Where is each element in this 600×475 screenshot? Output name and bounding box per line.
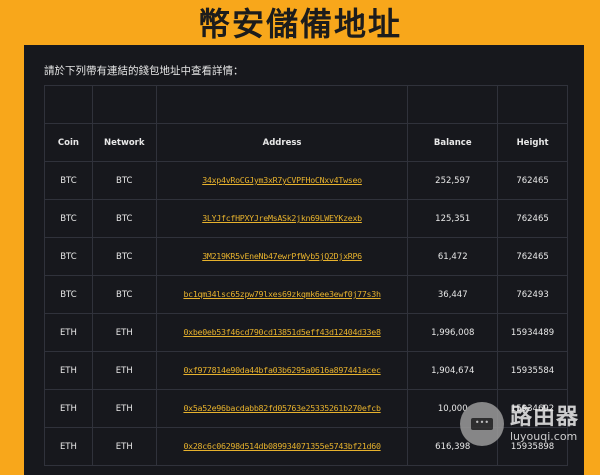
table-row: ETH ETH 0xbe0eb53f46cd790cd13851d5eff43d12… — [44, 313, 568, 352]
header-network: Network — [91, 123, 157, 162]
address-cell: 34xp4vRoCGJym3xR7yCVPFHoCNxv4Twseo — [155, 161, 409, 200]
address-link[interactable]: 34xp4vRoCGJym3xR7yCVPFHoCNxv4Twseo — [202, 175, 362, 185]
address-link[interactable]: 3M219KR5vEneNb47ewrPfWyb5jQ2DjxRP6 — [202, 251, 362, 261]
coin-cell: ETH — [44, 427, 93, 466]
network-cell: ETH — [91, 313, 157, 352]
network-cell: BTC — [91, 237, 157, 276]
balance-cell: 36,447 — [407, 275, 499, 314]
balance-cell: 1,904,674 — [407, 351, 499, 390]
height-cell: 762465 — [497, 237, 568, 276]
table-row: BTC BTC 3LYJfcfHPXYJreMsASk2jkn69LWEYKzexb… — [44, 199, 568, 238]
coin-cell: ETH — [44, 389, 93, 428]
height-cell: 762493 — [497, 275, 568, 314]
network-cell: ETH — [91, 427, 157, 466]
address-link[interactable]: 3LYJfcfHPXYJreMsASk2jkn69LWEYKzexb — [202, 213, 362, 223]
table-row: BTC BTC bc1qm34lsc65zpw79lxes69zkqmk6ee3ew… — [44, 275, 568, 314]
network-cell: ETH — [91, 351, 157, 390]
header-balance: Balance — [407, 123, 499, 162]
table-row: BTC BTC 3M219KR5vEneNb47ewrPfWyb5jQ2DjxRP6… — [44, 237, 568, 276]
subtitle: 請於下列帶有連結的錢包地址中查看詳情： — [44, 65, 244, 77]
balance-cell: 125,351 — [407, 199, 499, 238]
coin-cell: BTC — [44, 161, 93, 200]
coin-cell: BTC — [44, 275, 93, 314]
address-link[interactable]: 0xf977814e90da44bfa03b6295a0616a897441ac… — [183, 365, 381, 375]
network-cell: BTC — [91, 161, 157, 200]
table-header-row: Coin Network Address Balance Height — [44, 123, 568, 162]
balance-cell: 1,996,008 — [407, 313, 499, 352]
address-cell: 0xf977814e90da44bfa03b6295a0616a897441ac… — [155, 351, 409, 390]
address-cell: 0x28c6c06298d514db089934071355e5743bf21d… — [155, 427, 409, 466]
network-cell: BTC — [91, 275, 157, 314]
network-cell: BTC — [91, 199, 157, 238]
address-cell: 3M219KR5vEneNb47ewrPfWyb5jQ2DjxRP6 — [155, 237, 409, 276]
height-cell: 762465 — [497, 199, 568, 238]
page-title: 幣安儲備地址 — [197, 5, 402, 43]
address-cell: 0xbe0eb53f46cd790cd13851d5eff43d12404d33… — [155, 313, 409, 352]
address-link[interactable]: 0x5a52e96bacdabb82fd05763e25335261b270ef… — [183, 403, 381, 413]
watermark: ••• 路由器 luyouqi.com — [460, 402, 579, 446]
address-cell: bc1qm34lsc65zpw79lxes69zkqmk6ee3ewf0j77s… — [155, 275, 409, 314]
router-icon: ••• — [460, 402, 504, 446]
watermark-name: 路由器 — [510, 404, 580, 430]
table-row: ETH ETH 0xf977814e90da44bfa03b6295a0616a89… — [44, 351, 568, 390]
address-link[interactable]: 0x28c6c06298d514db089934071355e5743bf21d… — [183, 441, 381, 451]
coin-cell: ETH — [44, 313, 93, 352]
height-cell: 762465 — [497, 161, 568, 200]
table-row: BTC BTC 34xp4vRoCGJym3xR7yCVPFHoCNxv4Twseo… — [44, 161, 568, 200]
header-address: Address — [155, 123, 409, 162]
header-height: Height — [497, 123, 568, 162]
table-spacer-row — [44, 85, 568, 124]
coin-cell: ETH — [44, 351, 93, 390]
address-link[interactable]: 0xbe0eb53f46cd790cd13851d5eff43d12404d33… — [183, 327, 381, 337]
coin-cell: BTC — [44, 237, 93, 276]
address-link[interactable]: bc1qm34lsc65zpw79lxes69zkqmk6ee3ewf0j77s… — [183, 289, 381, 299]
network-cell: ETH — [91, 389, 157, 428]
coin-cell: BTC — [44, 199, 93, 238]
watermark-site: luyouqi.com — [510, 429, 578, 443]
header-coin: Coin — [44, 123, 93, 162]
height-cell: 15935584 — [497, 351, 568, 390]
address-cell: 0x5a52e96bacdabb82fd05763e25335261b270ef… — [155, 389, 409, 428]
balance-cell: 252,597 — [407, 161, 499, 200]
balance-cell: 61,472 — [407, 237, 499, 276]
height-cell: 15934489 — [497, 313, 568, 352]
address-cell: 3LYJfcfHPXYJreMsASk2jkn69LWEYKzexb — [155, 199, 409, 238]
